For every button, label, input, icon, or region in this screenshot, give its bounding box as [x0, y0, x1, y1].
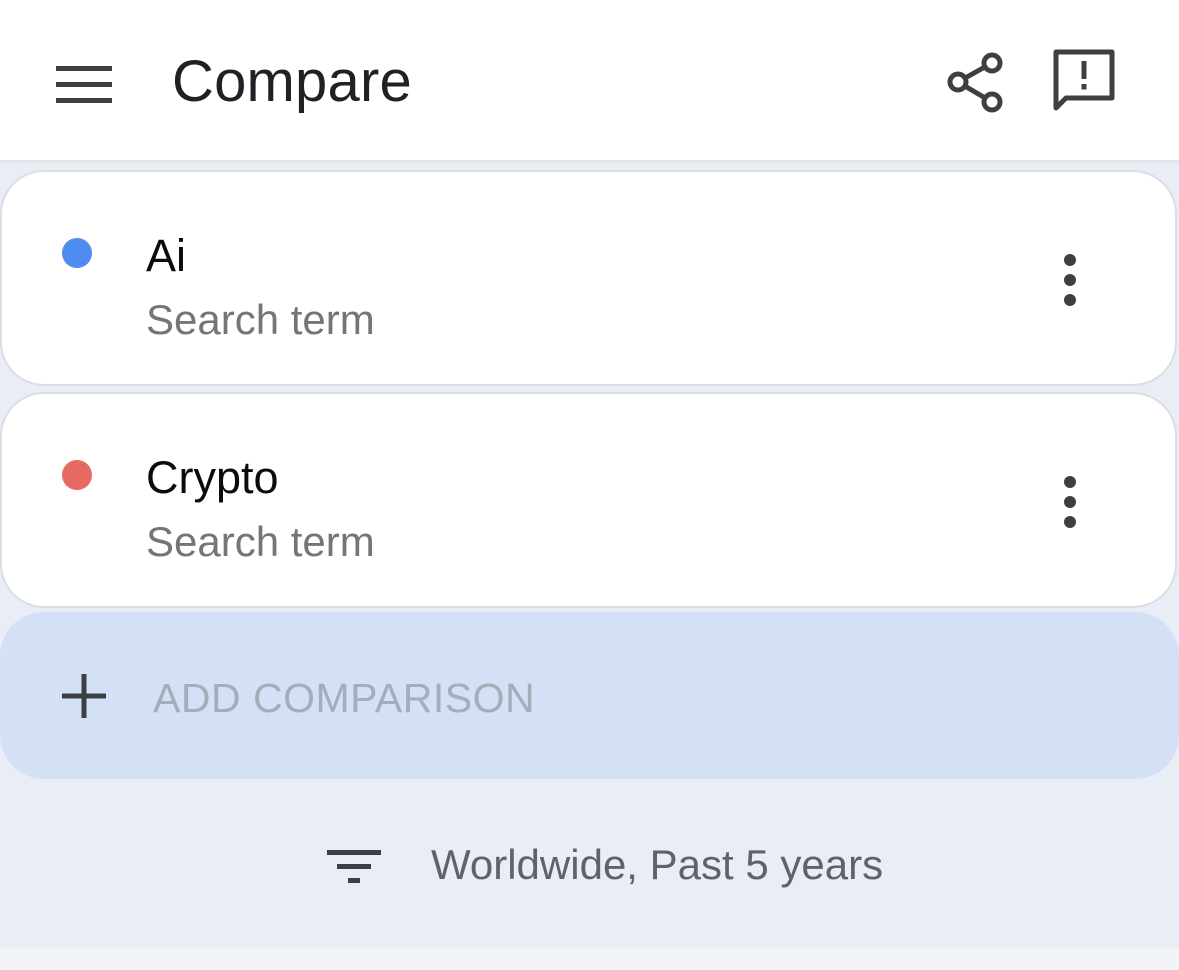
comparison-term-name: Crypto — [146, 452, 279, 503]
add-comparison-button[interactable]: ADD COMPARISON — [0, 612, 1179, 779]
share-icon[interactable] — [940, 48, 1012, 120]
comparison-card-ai[interactable]: Ai Search term — [0, 170, 1177, 386]
menu-icon[interactable] — [44, 52, 124, 116]
comparison-term-name: Ai — [146, 230, 187, 281]
filter-button[interactable]: Worldwide, Past 5 years — [310, 830, 930, 900]
plus-icon — [62, 674, 106, 718]
comparison-term-type: Search term — [146, 296, 375, 343]
series-color-dot — [62, 460, 92, 490]
page-title: Compare — [172, 49, 412, 114]
comparison-term-type: Search term — [146, 518, 375, 565]
add-comparison-label: ADD COMPARISON — [153, 675, 536, 721]
filter-summary: Worldwide, Past 5 years — [431, 841, 884, 888]
comparison-card-crypto[interactable]: Crypto Search term — [0, 392, 1177, 608]
filter-icon — [327, 850, 381, 883]
more-vert-icon[interactable] — [1040, 470, 1100, 534]
feedback-icon[interactable] — [1044, 42, 1124, 120]
app-bar: Compare — [0, 0, 1179, 163]
more-vert-icon[interactable] — [1040, 248, 1100, 312]
bottom-divider — [0, 947, 1179, 970]
series-color-dot — [62, 238, 92, 268]
